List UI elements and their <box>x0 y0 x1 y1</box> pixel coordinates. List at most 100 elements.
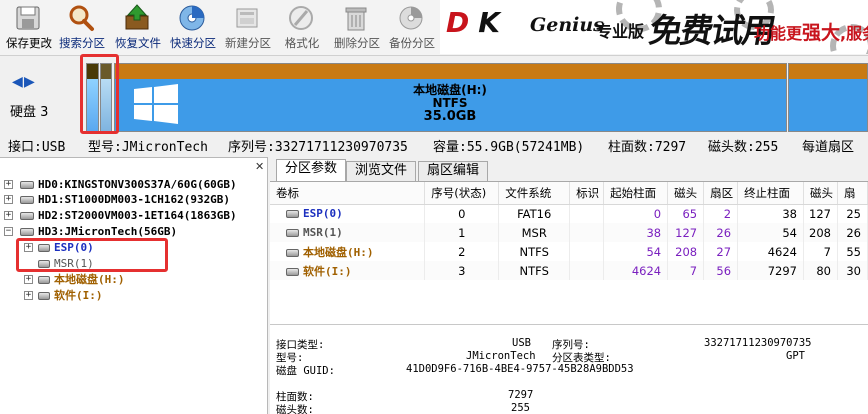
row-fs: NTFS <box>498 242 571 261</box>
save-icon <box>16 6 40 30</box>
row-start-sec: 27 <box>703 242 739 261</box>
format-button[interactable]: 格式化 <box>273 0 331 54</box>
col-start-cylinder[interactable]: 起始柱面 <box>603 182 669 205</box>
format-label: 格式化 <box>284 36 320 50</box>
row-start-sec: 56 <box>703 261 739 280</box>
row-end-sec: 30 <box>837 261 868 280</box>
detail-guid-label: 磁盘 GUID: <box>276 365 335 377</box>
detail-interface-value: USB <box>512 337 531 349</box>
expand-icon[interactable]: + <box>4 211 13 220</box>
hard-disk-icon <box>20 181 34 189</box>
row-start-head: 65 <box>667 204 705 223</box>
col-end-head[interactable]: 磁头 <box>803 182 838 205</box>
partition-icon <box>286 229 299 237</box>
interface-info: 接口:USB <box>8 140 66 155</box>
toolbar: 保存更改 搜索分区 恢复文件 快速分区 新建分区 格式化 删除分区 备份分区 D… <box>0 0 868 56</box>
row-end-head: 7 <box>803 242 838 261</box>
tab-browse-files[interactable]: 浏览文件 <box>346 161 416 181</box>
tab-partition-params[interactable]: 分区参数 <box>276 159 346 182</box>
partition-icon <box>286 210 299 219</box>
col-filesystem[interactable]: 文件系统 <box>498 182 571 205</box>
quick-partition-icon <box>179 5 205 31</box>
partition-h-size: 35.0GB <box>423 109 477 124</box>
row-index: 1 <box>424 223 500 242</box>
detail-heads-value: 255 <box>511 402 530 414</box>
recover-file-icon <box>125 4 149 30</box>
new-partition-label: 新建分区 <box>225 36 271 50</box>
capacity-info: 容量:55.9GB(57241MB) <box>433 140 585 155</box>
quick-partition-button[interactable]: 快速分区 <box>164 0 222 54</box>
row-index: 2 <box>424 242 500 261</box>
search-icon <box>69 5 94 31</box>
row-end-sec: 25 <box>837 204 868 223</box>
col-volume-label[interactable]: 卷标 <box>270 182 426 205</box>
disk-map: ◀▶ 硬盘 3 本地磁盘(H:) NTFS 35.0GB <box>0 54 868 134</box>
col-start-sector[interactable]: 扇区 <box>703 182 739 205</box>
row-id <box>569 242 605 261</box>
delete-partition-button[interactable]: 删除分区 <box>328 0 386 54</box>
diskgenius-banner: DK Genius 专业版 免费试用 功能更强大,服务 <box>440 0 868 54</box>
row-end-cyl: 54 <box>737 223 804 242</box>
row-id <box>569 261 605 280</box>
row-start-sec: 26 <box>703 223 739 242</box>
model-info: 型号:JMicronTech <box>88 140 208 155</box>
new-partition-icon <box>236 8 258 28</box>
tab-sector-edit[interactable]: 扇区编辑 <box>418 161 488 181</box>
next-disk-icon[interactable]: ▶ <box>24 74 36 90</box>
partition-block-i[interactable] <box>788 63 868 132</box>
expand-icon[interactable]: + <box>24 291 33 300</box>
row-start-head: 208 <box>667 242 705 261</box>
row-fs: FAT16 <box>498 204 571 223</box>
save-changes-button[interactable]: 保存更改 <box>0 0 58 54</box>
row-end-sec: 26 <box>837 223 868 242</box>
backup-partition-label: 备份分区 <box>389 36 435 50</box>
col-end-cylinder[interactable]: 终止柱面 <box>737 182 804 205</box>
detail-serial-value: 33271711230970735 <box>704 337 812 349</box>
col-end-sector[interactable]: 扇 <box>837 182 868 205</box>
recover-file-button[interactable]: 恢复文件 <box>109 0 167 54</box>
close-icon[interactable]: ✕ <box>255 160 264 173</box>
row-start-head: 7 <box>667 261 705 280</box>
new-partition-button[interactable]: 新建分区 <box>219 0 277 54</box>
search-partition-button[interactable]: 搜索分区 <box>53 0 111 54</box>
highlight-box <box>80 54 119 134</box>
row-id <box>569 204 605 223</box>
row-end-head: 127 <box>803 204 838 223</box>
partition-panel: 卷标 序号(状态) 文件系统 标识 起始柱面 磁头 扇区 终止柱面 磁头 扇 E… <box>270 181 868 414</box>
prev-disk-icon[interactable]: ◀ <box>12 74 24 90</box>
brand-genius: Genius <box>530 14 604 36</box>
detail-ptable-value: GPT <box>786 350 805 362</box>
table-row[interactable]: 软件(I:) 3 NTFS 4624 7 56 7297 80 30 <box>270 261 868 280</box>
panel-divider <box>270 324 868 325</box>
serial-info: 序列号:33271711230970735 <box>228 140 408 155</box>
expand-icon[interactable]: + <box>4 195 13 204</box>
col-id[interactable]: 标识 <box>569 182 605 205</box>
table-row[interactable]: ESP(0) 0 FAT16 0 65 2 38 127 25 <box>270 204 868 223</box>
cylinders-info: 柱面数:7297 <box>608 140 687 155</box>
row-start-sec: 2 <box>703 204 739 223</box>
table-row[interactable]: MSR(1) 1 MSR 38 127 26 54 208 26 <box>270 223 868 242</box>
disk-nav: ◀▶ <box>12 74 36 90</box>
row-start-cyl: 38 <box>603 223 669 242</box>
expand-icon[interactable]: + <box>24 275 33 284</box>
row-start-cyl: 0 <box>603 204 669 223</box>
row-start-cyl: 54 <box>603 242 669 261</box>
partition-icon <box>286 248 299 257</box>
detail-heads-label: 磁头数: <box>276 404 314 414</box>
row-end-head: 80 <box>803 261 838 280</box>
table-header: 卷标 序号(状态) 文件系统 标识 起始柱面 磁头 扇区 终止柱面 磁头 扇 <box>270 182 868 205</box>
save-changes-label: 保存更改 <box>6 36 52 50</box>
expand-icon[interactable]: + <box>4 180 13 189</box>
table-row[interactable]: 本地磁盘(H:) 2 NTFS 54 208 27 4624 7 55 <box>270 242 868 261</box>
delete-partition-label: 删除分区 <box>334 36 380 50</box>
col-start-head[interactable]: 磁头 <box>667 182 705 205</box>
recover-file-label: 恢复文件 <box>115 36 161 50</box>
col-index[interactable]: 序号(状态) <box>424 182 500 205</box>
partition-icon <box>38 276 50 284</box>
detail-guid-value: 41D0D9F6-716B-4BE4-9757-45B28A9BDD53 <box>406 363 634 375</box>
quick-partition-label: 快速分区 <box>170 36 216 50</box>
collapse-icon[interactable]: − <box>4 227 13 236</box>
row-name: MSR(1) <box>303 226 343 239</box>
row-end-cyl: 7297 <box>737 261 804 280</box>
backup-partition-button[interactable]: 备份分区 <box>383 0 441 54</box>
